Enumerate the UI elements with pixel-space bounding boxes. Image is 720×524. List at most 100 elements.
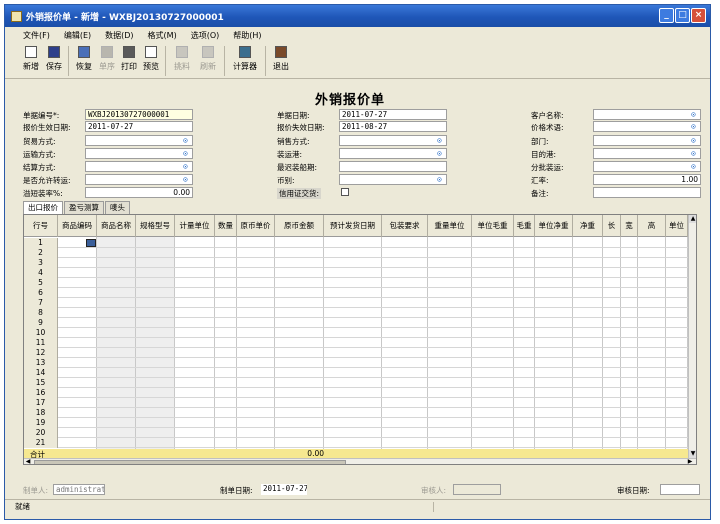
col2-field-4[interactable] [339, 161, 447, 172]
lookup-icon[interactable]: ⊙ [183, 136, 191, 145]
table-row[interactable]: 2 [24, 248, 696, 258]
lookup-icon[interactable]: ⊙ [691, 110, 699, 119]
maximize-button[interactable]: □ [675, 8, 690, 23]
column-header[interactable]: 预计发货日期 [324, 215, 382, 237]
tab-shipping-marks[interactable]: 唛头 [105, 201, 130, 214]
lookup-icon[interactable]: ⊙ [691, 162, 699, 171]
column-header[interactable]: 单位 [666, 215, 688, 237]
table-row[interactable]: 18 [24, 408, 696, 418]
col2-field-3[interactable]: ⊙ [339, 148, 447, 159]
menu-edit[interactable]: 编辑(E) [64, 30, 91, 41]
column-header[interactable]: 毛重 [514, 215, 535, 237]
table-row[interactable]: 13 [24, 358, 696, 368]
lookup-icon[interactable]: ⊙ [437, 175, 445, 184]
toolbar-button-6[interactable]: 预览 [140, 43, 162, 72]
menu-options[interactable]: 选项(O) [191, 30, 220, 41]
column-header[interactable]: 商品名称 [97, 215, 136, 237]
lookup-icon[interactable]: ⊙ [691, 122, 699, 131]
col1-field-0[interactable]: WXBJ20130727000001 [85, 109, 193, 120]
tab-export-quote[interactable]: 出口报价 [23, 201, 63, 215]
table-row[interactable]: 20 [24, 428, 696, 438]
scroll-up-icon[interactable]: ▲ [689, 215, 696, 223]
column-header[interactable]: 计量单位 [175, 215, 215, 237]
column-header[interactable]: 长 [603, 215, 621, 237]
menu-format[interactable]: 格式(M) [148, 30, 177, 41]
toolbar-button-8[interactable]: 刷新 [195, 43, 221, 72]
col3-field-2[interactable]: ⊙ [593, 135, 701, 146]
column-header[interactable]: 单位净重 [535, 215, 573, 237]
table-row[interactable]: 4 [24, 268, 696, 278]
lookup-icon[interactable]: ⊙ [691, 149, 699, 158]
table-row[interactable]: 19 [24, 418, 696, 428]
column-header[interactable]: 净重 [573, 215, 603, 237]
col3-field-0[interactable]: ⊙ [593, 109, 701, 120]
toolbar-button-2[interactable]: 保存 [43, 43, 65, 72]
col1-field-1[interactable]: 2011-07-27 [85, 121, 193, 132]
table-row[interactable]: 11 [24, 338, 696, 348]
column-header[interactable]: 宽 [621, 215, 638, 237]
lookup-icon[interactable]: ⊙ [183, 162, 191, 171]
col3-field-6[interactable] [593, 187, 701, 198]
toolbar-button-4[interactable]: 单序 [96, 43, 118, 72]
menu-file[interactable]: 文件(F) [23, 30, 50, 41]
col3-field-1[interactable]: ⊙ [593, 121, 701, 132]
table-row[interactable]: 7 [24, 298, 696, 308]
col1-field-3[interactable]: ⊙ [85, 148, 193, 159]
toolbar-button-1[interactable]: 新增 [19, 43, 43, 72]
toolbar-button-9[interactable]: 计算器 [228, 43, 262, 72]
scroll-right-icon[interactable]: ▶ [686, 459, 694, 465]
lookup-icon[interactable]: ⊙ [183, 175, 191, 184]
toolbar-button-7[interactable]: 挑料 [169, 43, 195, 72]
column-header[interactable]: 高 [638, 215, 666, 237]
table-row[interactable]: 14 [24, 368, 696, 378]
toolbar-button-3[interactable]: 恢复 [72, 43, 96, 72]
toolbar-button-10[interactable]: 退出 [269, 43, 293, 72]
menu-data[interactable]: 数据(D) [105, 30, 133, 41]
vertical-scrollbar[interactable]: ▲ ▼ [688, 215, 696, 458]
audit-date-field[interactable] [660, 484, 700, 495]
lookup-icon[interactable]: ⊙ [437, 136, 445, 145]
close-button[interactable]: × [691, 8, 706, 23]
toolbar-button-5[interactable]: 打印 [118, 43, 140, 72]
lookup-icon[interactable]: ⊙ [437, 149, 445, 158]
column-header[interactable]: 原币单价 [237, 215, 275, 237]
column-header[interactable]: 商品编码 [58, 215, 97, 237]
menu-help[interactable]: 帮助(H) [233, 30, 261, 41]
col1-field-5[interactable]: ⊙ [85, 174, 193, 185]
col2-field-1[interactable]: 2011-08-27 [339, 121, 447, 132]
table-row[interactable]: 21 [24, 438, 696, 448]
col3-field-4[interactable]: ⊙ [593, 161, 701, 172]
column-header[interactable]: 包装要求 [382, 215, 428, 237]
scroll-thumb[interactable] [34, 460, 346, 464]
col1-field-2[interactable]: ⊙ [85, 135, 193, 146]
column-header[interactable]: 原币金额 [275, 215, 324, 237]
col1-field-4[interactable]: ⊙ [85, 161, 193, 172]
detail-grid[interactable]: 行号 商品编码 商品名称 规格型号 计量单位 数量 原币单价 原币金额 预计发货日期 包装要求 重量… [23, 214, 697, 465]
table-row[interactable]: 17 [24, 398, 696, 408]
horizontal-scrollbar[interactable]: ◀ ▶ [24, 458, 696, 465]
table-row[interactable]: 12 [24, 348, 696, 358]
col2-field-0[interactable]: 2011-07-27 [339, 109, 447, 120]
col3-field-3[interactable]: ⊙ [593, 148, 701, 159]
table-row[interactable]: 10 [24, 328, 696, 338]
column-header[interactable]: 行号 [24, 215, 58, 237]
table-row[interactable]: 1 [24, 238, 696, 248]
credit-delivery-checkbox[interactable] [341, 188, 349, 196]
column-header[interactable]: 重量单位 [428, 215, 472, 237]
column-header[interactable]: 规格型号 [136, 215, 175, 237]
cell-lookup-icon[interactable] [86, 239, 96, 247]
minimize-button[interactable]: _ [659, 8, 674, 23]
tab-profit-calc[interactable]: 盈亏测算 [64, 201, 104, 214]
lookup-icon[interactable]: ⊙ [691, 136, 699, 145]
col1-field-6[interactable]: 0.00 [85, 187, 193, 198]
table-row[interactable]: 8 [24, 308, 696, 318]
scroll-left-icon[interactable]: ◀ [24, 459, 32, 465]
table-row[interactable]: 5 [24, 278, 696, 288]
col2-field-5[interactable]: ⊙ [339, 174, 447, 185]
table-row[interactable]: 16 [24, 388, 696, 398]
scroll-down-icon[interactable]: ▼ [689, 450, 696, 458]
col2-field-2[interactable]: ⊙ [339, 135, 447, 146]
table-row[interactable]: 9 [24, 318, 696, 328]
table-row[interactable]: 6 [24, 288, 696, 298]
lookup-icon[interactable]: ⊙ [183, 149, 191, 158]
